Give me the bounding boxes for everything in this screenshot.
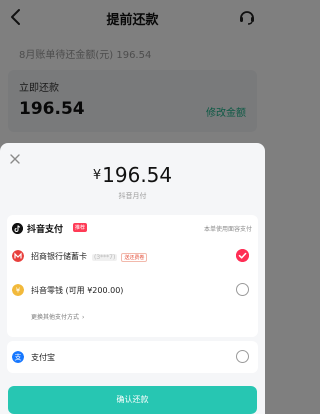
recommend-badge: 推荐 bbox=[73, 223, 88, 232]
payment-sheet: ¥196.54 抖音月付 抖音支付 推荐 本单使用面容支付 招商银行储蓄卡 (3*… bbox=[0, 143, 265, 414]
douyin-balance-label: 抖音零钱 (可用 ¥200.00) bbox=[31, 286, 124, 295]
more-payment-methods-link[interactable]: 更换其他支付方式 › bbox=[31, 312, 84, 321]
douyin-logo-icon bbox=[12, 223, 23, 234]
alipay-icon: 支 bbox=[12, 351, 24, 363]
alipay-label: 支付宝 bbox=[31, 353, 55, 362]
payment-amount-value: 196.54 bbox=[102, 163, 173, 187]
svg-text:¥: ¥ bbox=[16, 287, 21, 295]
douyin-pay-group: 抖音支付 推荐 本单使用面容支付 招商银行储蓄卡 (3***7) 送还费卷 ¥ 抖音… bbox=[7, 215, 258, 337]
coupon-tag: 送还费卷 bbox=[121, 253, 148, 262]
chevron-right-icon: › bbox=[82, 314, 85, 321]
douyin-pay-header: 抖音支付 推荐 本单使用面容支付 bbox=[7, 215, 258, 241]
payment-subtitle: 抖音月付 bbox=[118, 192, 147, 200]
svg-text:支: 支 bbox=[15, 353, 22, 362]
cmb-card-label: 招商银行储蓄卡 (3***7) 送还费卷 bbox=[31, 251, 148, 262]
payment-amount: ¥196.54 bbox=[0, 163, 265, 187]
coin-icon: ¥ bbox=[12, 284, 24, 296]
payment-option-douyin-balance[interactable]: ¥ 抖音零钱 (可用 ¥200.00) bbox=[7, 276, 258, 304]
cmb-bank-icon bbox=[12, 250, 24, 262]
payment-option-cmb-card[interactable]: 招商银行储蓄卡 (3***7) 送还费卷 bbox=[7, 242, 258, 270]
payment-option-alipay[interactable]: 支 支付宝 bbox=[7, 341, 258, 373]
currency-symbol: ¥ bbox=[92, 168, 102, 183]
radio-selected-icon[interactable] bbox=[236, 249, 249, 262]
douyin-pay-name: 抖音支付 bbox=[27, 225, 64, 235]
radio-unselected-icon[interactable] bbox=[236, 283, 249, 296]
confirm-repay-button[interactable]: 确认还款 bbox=[8, 386, 257, 414]
face-pay-note: 本单使用面容支付 bbox=[203, 226, 252, 233]
radio-unselected-icon[interactable] bbox=[236, 350, 249, 363]
masked-card-number: (3***7) bbox=[92, 254, 118, 261]
alipay-row[interactable]: 支 支付宝 bbox=[7, 343, 258, 371]
